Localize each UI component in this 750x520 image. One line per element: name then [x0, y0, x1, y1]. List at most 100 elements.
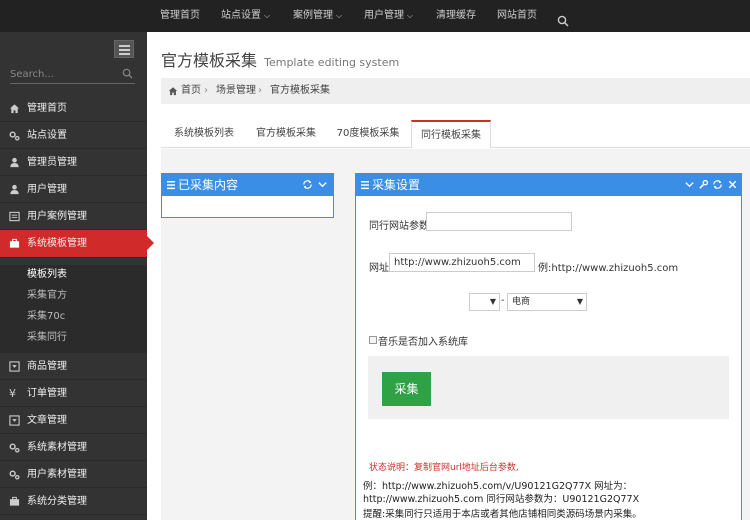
sidebar-item-system-materials[interactable]: 系统素材管理 [0, 434, 147, 461]
chevron-right-icon: › [258, 85, 262, 96]
sidebar-item-label: 用户素材管理 [27, 469, 87, 480]
panel-header: 已采集内容 [162, 174, 333, 196]
tab-peer-template-collect[interactable]: 同行模板采集 [411, 120, 491, 149]
page-title: 官方模板采集 Template editing system [161, 47, 399, 71]
tab-label: 官方模板采集 [256, 128, 316, 139]
bars-icon [361, 181, 369, 190]
submenu-item-collect-70c[interactable]: 采集70c [27, 307, 65, 327]
breadcrumb-home[interactable]: 首页 [181, 78, 201, 104]
sidebar-item-label: 管理首页 [27, 103, 67, 114]
sidebar-item-label: 系统素材管理 [27, 442, 87, 453]
peer-param-input[interactable] [426, 212, 572, 231]
cogs-icon [9, 131, 20, 141]
briefcase-icon [9, 496, 20, 506]
sidebar-item-orders[interactable]: ¥ 订单管理 [0, 380, 147, 407]
collect-button[interactable]: 采集 [382, 372, 431, 406]
music-checkbox[interactable] [369, 336, 377, 344]
sidebar-item-articles[interactable]: 文章管理 [0, 407, 147, 434]
sidebar-item-user-materials[interactable]: 用户素材管理 [0, 461, 147, 488]
yen-icon: ¥ [9, 387, 16, 400]
sidebar-item-system-categories[interactable]: 系统分类管理 [0, 488, 147, 515]
sidebar: 管理首页 站点设置 管理员管理 用户管理 用户案例管理 系统模板管理 模板列表 … [0, 32, 154, 520]
type-select[interactable]: ▼ [469, 293, 500, 311]
sidebar-item-label: 系统分类管理 [27, 496, 87, 507]
collected-content-panel: 已采集内容 [161, 173, 334, 218]
tab-official-template-collect[interactable]: 官方模板采集 [246, 120, 326, 148]
sidebar-item-user-cases[interactable]: 用户案例管理 [0, 203, 147, 230]
tab-system-template-list[interactable]: 系统模板列表 [164, 120, 244, 148]
sidebar-item-label: 站点设置 [27, 130, 67, 141]
submenu-item-collect-peer[interactable]: 采集同行 [27, 328, 67, 348]
user-icon [10, 184, 19, 195]
sidebar-item-label: 用户案例管理 [27, 211, 87, 222]
sidebar-item-system-templates[interactable]: 系统模板管理 [0, 230, 154, 258]
reminder-text: 提醒:采集同行只适用于本店或者其他店铺相同类源码场景内采集。 [363, 509, 642, 520]
close-icon[interactable] [727, 179, 738, 190]
chevron-down-icon[interactable] [684, 179, 695, 190]
peer-param-label: 同行网站参数: [369, 221, 433, 232]
chevron-right-icon: › [204, 85, 208, 96]
sidebar-item-admin-users[interactable]: 管理员管理 [0, 149, 147, 176]
tab-70du-template-collect[interactable]: 70度模板采集 [328, 120, 408, 148]
sidebar-item-admin-home[interactable]: 管理首页 [0, 95, 147, 122]
sidebar-item-products[interactable]: 商品管理 [0, 353, 147, 380]
sidebar-item-label: 管理员管理 [27, 157, 77, 168]
search-icon[interactable] [122, 68, 133, 79]
tab-label: 系统模板列表 [174, 128, 234, 139]
chevron-down-icon[interactable] [317, 179, 328, 190]
topnav-site-settings[interactable]: 站点设置 ⌵ [221, 0, 270, 32]
topnav-clear-cache[interactable]: 清理缓存 [436, 0, 476, 32]
refresh-icon[interactable] [712, 179, 723, 190]
topnav-site-settings-label: 站点设置 [221, 10, 261, 21]
topnav-case-management[interactable]: 案例管理 ⌵ [293, 0, 342, 32]
page-title-text: 官方模板采集 [161, 51, 258, 70]
user-icon [10, 157, 19, 168]
status-description: 状态说明：复制官网url地址后台参数, [369, 463, 519, 473]
refresh-icon[interactable] [302, 179, 313, 190]
submit-area: 采集 [368, 356, 729, 419]
sidebar-item-users[interactable]: 用户管理 [0, 176, 147, 203]
home-icon [9, 104, 20, 114]
submenu [0, 265, 147, 353]
submenu-item-label: 采集70c [27, 311, 66, 322]
submenu-item-template-list[interactable]: 模板列表 [27, 265, 67, 285]
sidebar-item-site-settings[interactable]: 站点设置 [0, 122, 147, 149]
url-label: 网址 [369, 263, 389, 274]
chevron-down-icon: ▼ [489, 297, 496, 306]
submenu-item-label: 采集官方 [27, 290, 67, 301]
topnav-home[interactable]: 管理首页 [160, 0, 200, 32]
menu-toggle-button[interactable] [114, 40, 134, 58]
sidebar-item-label: 系统模板管理 [27, 238, 87, 249]
category-select-value: 电商 [512, 297, 531, 307]
wrench-icon[interactable] [698, 179, 709, 190]
topnav-site-home-label: 网站首页 [497, 10, 537, 21]
sidebar-item-label: 订单管理 [27, 388, 67, 399]
topnav-clear-cache-label: 清理缓存 [436, 10, 476, 21]
tab-label: 70度模板采集 [336, 128, 400, 139]
search-icon[interactable] [557, 9, 569, 27]
sidebar-item-label: 商品管理 [27, 361, 67, 372]
submenu-item-collect-official[interactable]: 采集官方 [27, 286, 67, 306]
select-separator: - [501, 295, 505, 306]
top-navbar: 管理首页 站点设置 ⌵ 案例管理 ⌵ 用户管理 ⌵ 清理缓存 网站首页 [0, 0, 750, 32]
sidebar-search [10, 66, 135, 84]
dropdown-box-icon [9, 415, 20, 426]
example-description: 例：http://www.zhizuoh5.com/v/U90121G2Q77X… [363, 481, 640, 505]
topnav-home-label: 管理首页 [160, 10, 200, 21]
cogs-icon [9, 470, 20, 480]
sidebar-item-label: 用户管理 [27, 184, 67, 195]
url-input[interactable] [389, 253, 535, 272]
url-example: 例:http://www.zhizuoh5.com [538, 263, 679, 274]
cogs-icon [9, 443, 20, 453]
home-icon [168, 87, 178, 96]
submenu-item-label: 模板列表 [27, 269, 67, 280]
topnav-site-home[interactable]: 网站首页 [497, 0, 537, 32]
category-select[interactable]: 电商 ▼ [507, 293, 587, 311]
topnav-user-management[interactable]: 用户管理 ⌵ [364, 0, 413, 32]
topnav-case-management-label: 案例管理 [293, 10, 333, 21]
panel-title: 采集设置 [372, 178, 421, 192]
breadcrumb-scene-management[interactable]: 场景管理 [216, 78, 256, 104]
music-checkbox-label: 音乐是否加入系统库 [378, 337, 468, 348]
tab-bar: 系统模板列表 官方模板采集 70度模板采集 同行模板采集 [161, 120, 750, 149]
sidebar-search-input[interactable] [10, 66, 115, 83]
